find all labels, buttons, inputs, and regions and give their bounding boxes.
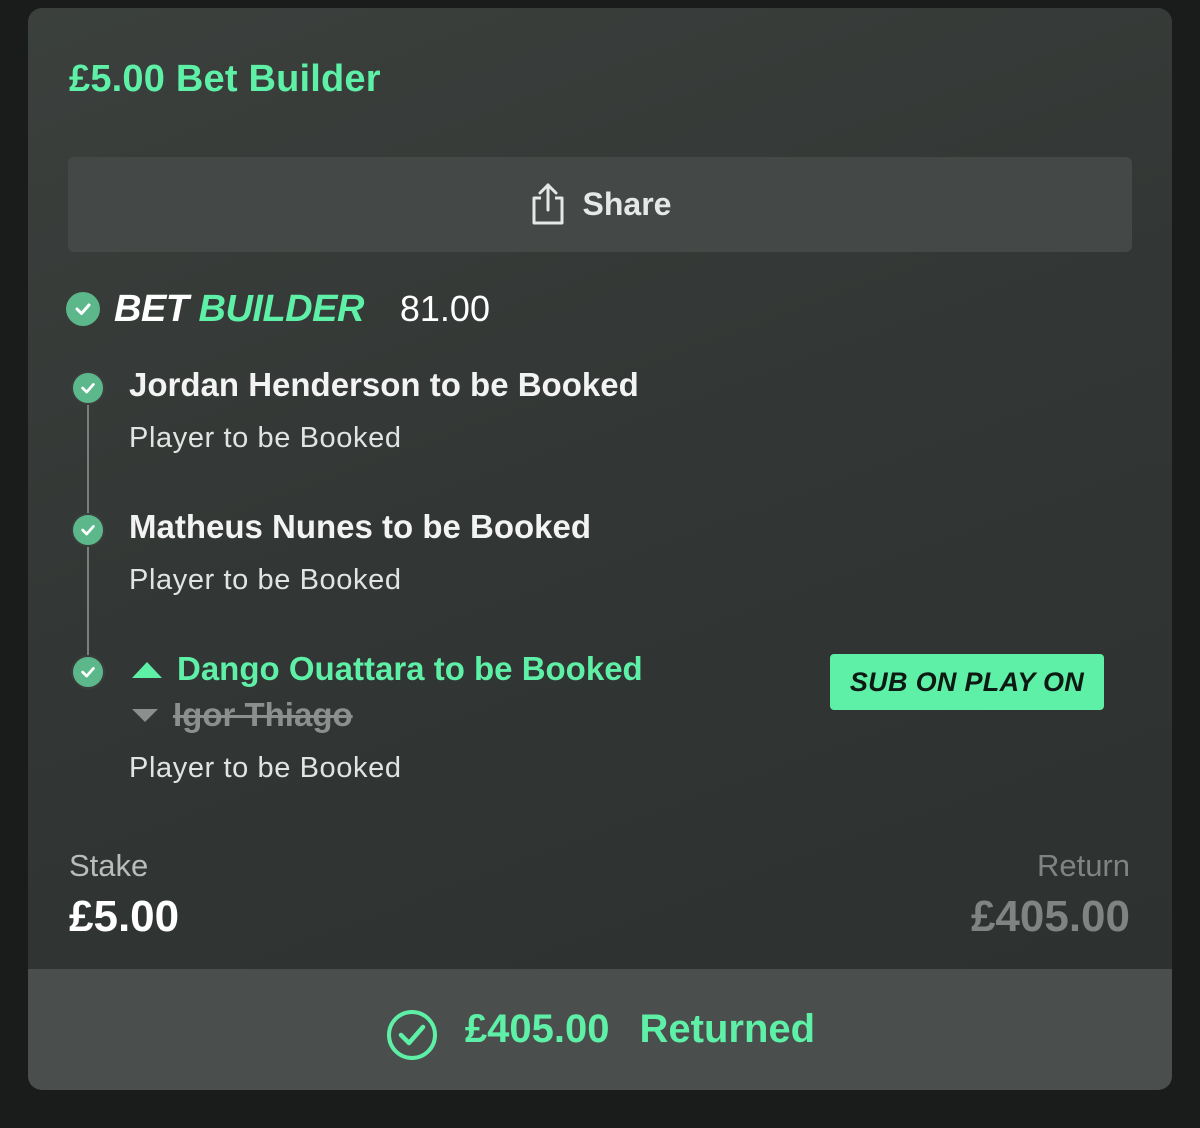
bet-odds: 81.00: [399, 288, 490, 329]
leg-title: Jordan Henderson to be Booked: [129, 366, 639, 403]
stake-value: £5.00: [69, 892, 180, 941]
leg-market: Player to be Booked: [129, 752, 402, 784]
sub-on-arrow-icon: [132, 662, 162, 678]
share-label: Share: [582, 186, 672, 222]
leg-title-substitute: Dango Ouattara to be Booked: [129, 650, 643, 688]
returned-status-bar: £405.00 Returned: [28, 969, 1172, 1090]
share-icon: [532, 183, 564, 224]
bet-slip-card: £5.00 Bet Builder Share BET BUILDER 81.0…: [28, 8, 1172, 1090]
leg-check-icon: [71, 513, 105, 547]
check-circle-icon: [386, 1009, 437, 1060]
share-button[interactable]: Share: [68, 157, 1132, 252]
leg-title: Matheus Nunes to be Booked: [129, 508, 592, 545]
return-value: £405.00: [970, 892, 1130, 941]
bet-builder-label-bet: BET: [114, 287, 189, 330]
stake-label: Stake: [69, 848, 149, 883]
leg-title-text: Dango Ouattara to be Booked: [177, 650, 643, 687]
sub-on-play-on-badge: SUB ON PLAY ON: [830, 654, 1104, 710]
replaced-player-name: Igor Thiago: [173, 696, 353, 733]
returned-text: Returned: [639, 1007, 816, 1051]
leg-market: Player to be Booked: [129, 422, 402, 454]
leg-replaced-player: Igor Thiago: [129, 696, 353, 734]
bet-builder-header: BET BUILDER 81.00: [66, 284, 490, 334]
returned-amount: £405.00: [464, 1007, 610, 1051]
leg-check-icon: [71, 655, 105, 689]
leg-check-icon: [71, 371, 105, 405]
bet-builder-label-builder: BUILDER: [198, 287, 365, 330]
check-icon: [66, 292, 100, 326]
sub-off-arrow-icon: [132, 709, 158, 722]
return-label: Return: [1036, 848, 1130, 883]
bet-title: £5.00 Bet Builder: [69, 58, 381, 100]
leg-market: Player to be Booked: [129, 564, 402, 596]
